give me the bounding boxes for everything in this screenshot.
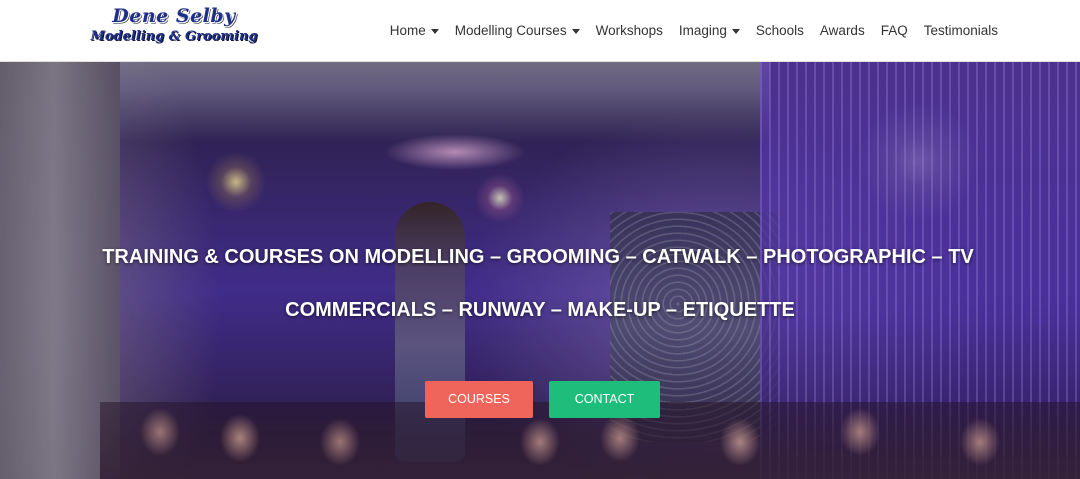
site-logo[interactable]: Dene Selby Modelling & Grooming — [86, 4, 262, 56]
nav-item-workshops[interactable]: Workshops — [588, 23, 671, 38]
nav-item-label: Testimonials — [923, 23, 998, 38]
nav-item-testimonials[interactable]: Testimonials — [916, 23, 1006, 38]
courses-button[interactable]: COURSES — [425, 381, 533, 418]
logo-title: Dene Selby — [112, 5, 236, 27]
contact-button[interactable]: CONTACT — [549, 381, 660, 418]
nav-item-faq[interactable]: FAQ — [873, 23, 916, 38]
nav-item-label: Schools — [755, 23, 804, 38]
nav-item-awards[interactable]: Awards — [812, 23, 873, 38]
hero-headline-line2: COMMERCIALS – RUNWAY – MAKE-UP – ETIQUET… — [285, 299, 795, 321]
main-navigation: Home Modelling Courses Workshops Imaging… — [382, 0, 1006, 61]
logo-subtitle: Modelling & Grooming — [90, 29, 258, 44]
nav-item-label: FAQ — [880, 23, 908, 38]
caret-down-icon — [731, 29, 740, 34]
site-header: Dene Selby Modelling & Grooming Home Mod… — [0, 0, 1080, 62]
nav-item-label: Imaging — [678, 23, 727, 38]
nav-item-label: Home — [389, 23, 426, 38]
hero-overlay — [0, 62, 1080, 479]
hero-headline-line1: TRAINING & COURSES ON MODELLING – GROOMI… — [102, 246, 974, 268]
nav-item-schools[interactable]: Schools — [748, 23, 812, 38]
nav-item-home[interactable]: Home — [382, 23, 447, 38]
caret-down-icon — [571, 29, 580, 34]
nav-item-imaging[interactable]: Imaging — [671, 23, 748, 38]
hero-banner: TRAINING & COURSES ON MODELLING – GROOMI… — [0, 62, 1080, 479]
nav-item-label: Modelling Courses — [454, 23, 567, 38]
nav-item-label: Workshops — [595, 23, 663, 38]
caret-down-icon — [430, 29, 439, 34]
nav-item-modelling-courses[interactable]: Modelling Courses — [447, 23, 588, 38]
nav-item-label: Awards — [819, 23, 865, 38]
